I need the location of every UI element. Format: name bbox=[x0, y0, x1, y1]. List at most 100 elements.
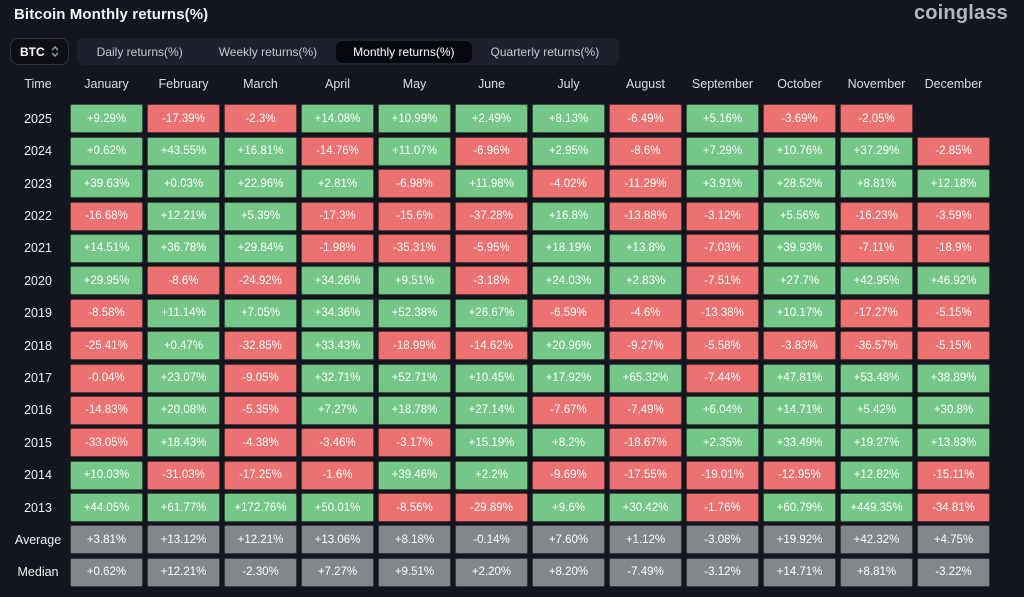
return-cell: +38.89% bbox=[917, 364, 990, 393]
return-cell: -15.6% bbox=[378, 202, 451, 231]
return-cell: +10.17% bbox=[763, 299, 836, 328]
return-cell: +52.38% bbox=[378, 299, 451, 328]
tab-daily-returns[interactable]: Daily returns(%) bbox=[80, 41, 200, 63]
tab-quarterly-returns[interactable]: Quarterly returns(%) bbox=[474, 41, 617, 63]
return-cell: +7.27% bbox=[301, 558, 374, 587]
return-cell: +172.76% bbox=[224, 493, 297, 522]
return-cell: +7.60% bbox=[532, 525, 605, 554]
return-cell: +27.14% bbox=[455, 396, 528, 425]
return-cell: +20.08% bbox=[147, 396, 220, 425]
return-cell: -3.08% bbox=[686, 525, 759, 554]
return-cell: +10.99% bbox=[378, 104, 451, 133]
return-cell: -14.76% bbox=[301, 137, 374, 166]
return-cell: +43.55% bbox=[147, 137, 220, 166]
column-header-november: November bbox=[840, 72, 913, 96]
return-cell: +42.32% bbox=[840, 525, 913, 554]
return-cell: -8.58% bbox=[70, 299, 143, 328]
return-cell: +29.95% bbox=[70, 266, 143, 295]
return-cell: -2.85% bbox=[917, 137, 990, 166]
return-cell: -7.49% bbox=[609, 558, 682, 587]
return-cell: -37.28% bbox=[455, 202, 528, 231]
return-cell: +12.21% bbox=[147, 558, 220, 587]
return-cell: -15.11% bbox=[917, 461, 990, 490]
return-cell: -3.59% bbox=[917, 202, 990, 231]
return-cell: +50.01% bbox=[301, 493, 374, 522]
return-cell: -24.92% bbox=[224, 266, 297, 295]
return-cell: -7.11% bbox=[840, 234, 913, 263]
return-cell: -18.99% bbox=[378, 331, 451, 360]
return-cell: -5.15% bbox=[917, 331, 990, 360]
tab-group: Daily returns(%)Weekly returns(%)Monthly… bbox=[77, 38, 620, 65]
return-cell: +8.13% bbox=[532, 104, 605, 133]
return-cell: +0.62% bbox=[70, 137, 143, 166]
return-cell: +15.19% bbox=[455, 428, 528, 457]
return-cell: -7.03% bbox=[686, 234, 759, 263]
return-cell: +42.95% bbox=[840, 266, 913, 295]
return-cell: -2.05% bbox=[840, 104, 913, 133]
return-cell: +12.21% bbox=[147, 202, 220, 231]
return-cell: -9.27% bbox=[609, 331, 682, 360]
column-header-february: February bbox=[147, 72, 220, 96]
return-cell: -17.39% bbox=[147, 104, 220, 133]
return-cell: +61.77% bbox=[147, 493, 220, 522]
return-cell: +46.92% bbox=[917, 266, 990, 295]
return-cell: +8.20% bbox=[532, 558, 605, 587]
return-cell: +9.51% bbox=[378, 266, 451, 295]
return-cell: -35.31% bbox=[378, 234, 451, 263]
return-cell: -19.01% bbox=[686, 461, 759, 490]
return-cell: +3.91% bbox=[686, 169, 759, 198]
return-cell: +18.43% bbox=[147, 428, 220, 457]
return-cell: -34.81% bbox=[917, 493, 990, 522]
return-cell: -13.88% bbox=[609, 202, 682, 231]
return-cell: +0.47% bbox=[147, 331, 220, 360]
return-cell: +5.56% bbox=[763, 202, 836, 231]
return-cell: +52.71% bbox=[378, 364, 451, 393]
return-cell: +7.27% bbox=[301, 396, 374, 425]
row-label-2018: 2018 bbox=[10, 331, 66, 360]
monthly-returns-table: TimeJanuaryFebruaryMarchAprilMayJuneJuly… bbox=[10, 72, 990, 587]
return-cell: -5.58% bbox=[686, 331, 759, 360]
column-header-october: October bbox=[763, 72, 836, 96]
return-cell: -3.69% bbox=[763, 104, 836, 133]
return-cell: +9.29% bbox=[70, 104, 143, 133]
return-cell: -7.67% bbox=[532, 396, 605, 425]
return-cell: +11.07% bbox=[378, 137, 451, 166]
column-header-july: July bbox=[532, 72, 605, 96]
return-cell: +8.2% bbox=[532, 428, 605, 457]
return-cell: -12.95% bbox=[763, 461, 836, 490]
return-cell: +18.78% bbox=[378, 396, 451, 425]
row-label-2023: 2023 bbox=[10, 169, 66, 198]
return-cell: +13.83% bbox=[917, 428, 990, 457]
return-cell: +2.49% bbox=[455, 104, 528, 133]
return-cell: +22.96% bbox=[224, 169, 297, 198]
row-label-2022: 2022 bbox=[10, 202, 66, 231]
return-cell bbox=[917, 104, 990, 133]
return-cell: +5.39% bbox=[224, 202, 297, 231]
coin-selector[interactable]: BTC bbox=[10, 38, 69, 65]
return-cell: -4.38% bbox=[224, 428, 297, 457]
return-cell: +11.14% bbox=[147, 299, 220, 328]
return-cell: -6.59% bbox=[532, 299, 605, 328]
return-cell: +18.19% bbox=[532, 234, 605, 263]
return-cell: -17.25% bbox=[224, 461, 297, 490]
row-label-2021: 2021 bbox=[10, 234, 66, 263]
return-cell: +39.93% bbox=[763, 234, 836, 263]
return-cell: +6.04% bbox=[686, 396, 759, 425]
return-cell: +13.06% bbox=[301, 525, 374, 554]
return-cell: +5.16% bbox=[686, 104, 759, 133]
page-title: Bitcoin Monthly returns(%) bbox=[14, 6, 208, 23]
return-cell: +13.12% bbox=[147, 525, 220, 554]
return-cell: +14.08% bbox=[301, 104, 374, 133]
return-cell: -13.38% bbox=[686, 299, 759, 328]
column-header-may: May bbox=[378, 72, 451, 96]
coinglass-returns-page: Bitcoin Monthly returns(%) coinglass BTC… bbox=[0, 0, 1024, 597]
tab-monthly-returns[interactable]: Monthly returns(%) bbox=[336, 41, 471, 63]
row-label-2016: 2016 bbox=[10, 396, 66, 425]
return-cell: +27.7% bbox=[763, 266, 836, 295]
return-cell: -3.83% bbox=[763, 331, 836, 360]
return-cell: +8.18% bbox=[378, 525, 451, 554]
tab-weekly-returns[interactable]: Weekly returns(%) bbox=[202, 41, 334, 63]
return-cell: +39.63% bbox=[70, 169, 143, 198]
column-header-september: September bbox=[686, 72, 759, 96]
return-cell: +33.49% bbox=[763, 428, 836, 457]
